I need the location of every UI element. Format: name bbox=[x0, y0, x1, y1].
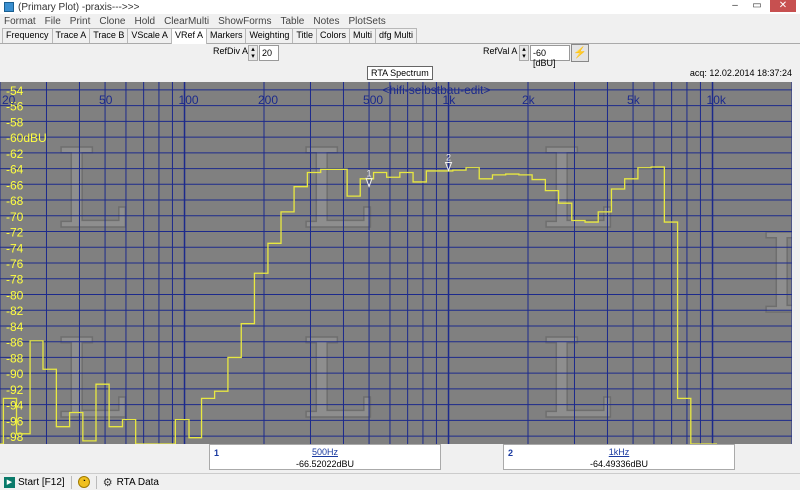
menu-notes[interactable]: Notes bbox=[313, 16, 339, 27]
plot-title: RTA Spectrum bbox=[367, 66, 433, 80]
marker-1-readout: 1 500Hz -66.52022dBU bbox=[209, 444, 441, 470]
tab-vscale-a[interactable]: VScale A bbox=[127, 28, 172, 43]
y-tick-label: -90 bbox=[6, 367, 24, 381]
marker-1-frequency[interactable]: 500Hz bbox=[210, 447, 440, 457]
refval-label: RefVal A bbox=[483, 46, 518, 56]
y-tick-label: -70 bbox=[6, 210, 24, 224]
y-tick-label: -80 bbox=[6, 288, 24, 302]
status-separator bbox=[95, 475, 97, 489]
watermark-logo: L bbox=[55, 125, 128, 253]
y-tick-label: -96 bbox=[6, 414, 24, 428]
x-tick-label: 2k bbox=[522, 93, 536, 107]
status-separator bbox=[70, 475, 72, 489]
menu-showforms[interactable]: ShowForms bbox=[218, 16, 271, 27]
y-tick-label: -92 bbox=[6, 383, 24, 397]
close-button[interactable]: ✕ bbox=[770, 0, 796, 12]
tab-colors[interactable]: Colors bbox=[316, 28, 351, 43]
marker-2-label: 2 bbox=[446, 152, 451, 162]
menu-clone[interactable]: Clone bbox=[99, 16, 125, 27]
tab-dfg-multi[interactable]: dfg Multi bbox=[375, 28, 418, 43]
tab-trace-b[interactable]: Trace B bbox=[89, 28, 129, 43]
menu-hold[interactable]: Hold bbox=[135, 16, 156, 27]
window-title: (Primary Plot) -praxis--->>> bbox=[18, 1, 140, 13]
x-tick-label: 5k bbox=[627, 93, 641, 107]
tab-multi[interactable]: Multi bbox=[349, 28, 377, 43]
start-label: Start [F12] bbox=[18, 476, 65, 488]
y-tick-label: -68 bbox=[6, 194, 24, 208]
marker-2-readout: 2 1kHz -64.49336dBU bbox=[503, 444, 735, 470]
menu-plotsets[interactable]: PlotSets bbox=[348, 16, 385, 27]
x-tick-label: 20 bbox=[2, 93, 16, 107]
x-tick-label: 10k bbox=[707, 93, 727, 107]
watermark-logo: L bbox=[540, 315, 613, 443]
y-tick-label: -94 bbox=[6, 399, 24, 413]
refdiv-input[interactable]: 20 bbox=[259, 45, 279, 61]
y-tick-label: -88 bbox=[6, 351, 24, 365]
y-tick-label: -66 bbox=[6, 178, 24, 192]
x-tick-label: 50 bbox=[99, 93, 113, 107]
status-bar: ▶ Start [F12] ◔ ⚙ RTA Data bbox=[0, 473, 800, 490]
marker-readout-bar: 1 500Hz -66.52022dBU 2 1kHz -64.49336dBU bbox=[0, 444, 800, 472]
gear-icon[interactable]: ⚙ bbox=[103, 476, 113, 489]
marker-2-level: -64.49336dBU bbox=[589, 459, 649, 469]
menu-print[interactable]: Print bbox=[70, 16, 91, 27]
y-tick-label: -62 bbox=[6, 147, 24, 161]
tab-vref-a[interactable]: VRef A bbox=[170, 28, 207, 44]
menu-file[interactable]: File bbox=[45, 16, 61, 27]
y-tick-label: -72 bbox=[6, 226, 24, 240]
watermark-logo: L bbox=[760, 210, 792, 338]
y-tick-label: -58 bbox=[6, 115, 24, 129]
title-bar: (Primary Plot) -praxis--->>> – ▭ ✕ bbox=[0, 0, 800, 14]
y-tick-label: -76 bbox=[6, 257, 24, 271]
refdiv-label: RefDiv A bbox=[213, 46, 249, 56]
plot-subtitle: <hifi-selbstbau-edit> bbox=[382, 83, 490, 97]
refval-spinner[interactable]: ▴ ▾ bbox=[519, 45, 529, 61]
tab-title[interactable]: Title bbox=[292, 28, 317, 43]
lightning-icon[interactable]: ⚡ bbox=[571, 44, 589, 62]
watermark-logo: L bbox=[55, 315, 128, 443]
tab-weighting[interactable]: Weighting bbox=[245, 28, 294, 43]
refdiv-spinner[interactable]: ▴ ▾ bbox=[248, 45, 258, 61]
y-tick-label: -78 bbox=[6, 273, 24, 287]
maximize-button[interactable]: ▭ bbox=[748, 0, 766, 12]
status-mode: RTA Data bbox=[116, 476, 159, 488]
y-tick-label: -60dBU bbox=[6, 131, 47, 145]
x-tick-label: 100 bbox=[179, 93, 199, 107]
x-tick-label: 500 bbox=[363, 93, 383, 107]
window-controls: – ▭ ✕ bbox=[726, 0, 796, 12]
marker-1-level: -66.52022dBU bbox=[295, 459, 355, 469]
menu-format[interactable]: Format bbox=[4, 16, 36, 27]
marker-2-frequency[interactable]: 1kHz bbox=[504, 447, 734, 457]
marker-1-label: 1 bbox=[367, 168, 372, 178]
y-tick-label: -64 bbox=[6, 163, 24, 177]
watermark-logo: L bbox=[540, 125, 613, 253]
tab-trace-a[interactable]: Trace A bbox=[51, 28, 91, 43]
y-tick-label: -84 bbox=[6, 320, 24, 334]
plot-header: RTA Spectrum acq: 12.02.2014 18:37:24 bbox=[0, 64, 800, 82]
vref-controls: RefDiv A ▴ ▾ 20 RefVal A ▴ ▾ -60 [dBU] ⚡ bbox=[0, 44, 800, 68]
y-tick-label: -82 bbox=[6, 304, 24, 318]
acquisition-timestamp: acq: 12.02.2014 18:37:24 bbox=[689, 68, 792, 78]
y-tick-label: -74 bbox=[6, 241, 24, 255]
minimize-button[interactable]: – bbox=[726, 0, 744, 12]
gauge-icon[interactable]: ◔ bbox=[77, 476, 90, 488]
app-icon bbox=[4, 2, 14, 12]
tab-markers[interactable]: Markers bbox=[205, 28, 247, 43]
start-button[interactable]: ▶ Start [F12] bbox=[0, 476, 65, 488]
tab-frequency[interactable]: Frequency bbox=[2, 28, 53, 43]
y-tick-label: -98 bbox=[6, 430, 24, 444]
rta-plot[interactable]: LLLLLLL-54-56-58-60dBU-62-64-66-68-70-72… bbox=[0, 82, 792, 444]
tab-bar: Frequency Trace A Trace B VScale A VRef A Mar… bbox=[0, 28, 800, 44]
y-tick-label: -86 bbox=[6, 336, 24, 350]
menu-bar: Format File Print Clone Hold ClearMulti ShowFo… bbox=[0, 14, 800, 28]
play-icon: ▶ bbox=[4, 476, 15, 488]
x-tick-label: 200 bbox=[258, 93, 278, 107]
menu-table[interactable]: Table bbox=[280, 16, 304, 27]
rta-plot-canvas[interactable]: LLLLLLL-54-56-58-60dBU-62-64-66-68-70-72… bbox=[0, 82, 792, 444]
menu-clearmulti[interactable]: ClearMulti bbox=[164, 16, 209, 27]
refval-input[interactable]: -60 [dBU] bbox=[530, 45, 570, 68]
